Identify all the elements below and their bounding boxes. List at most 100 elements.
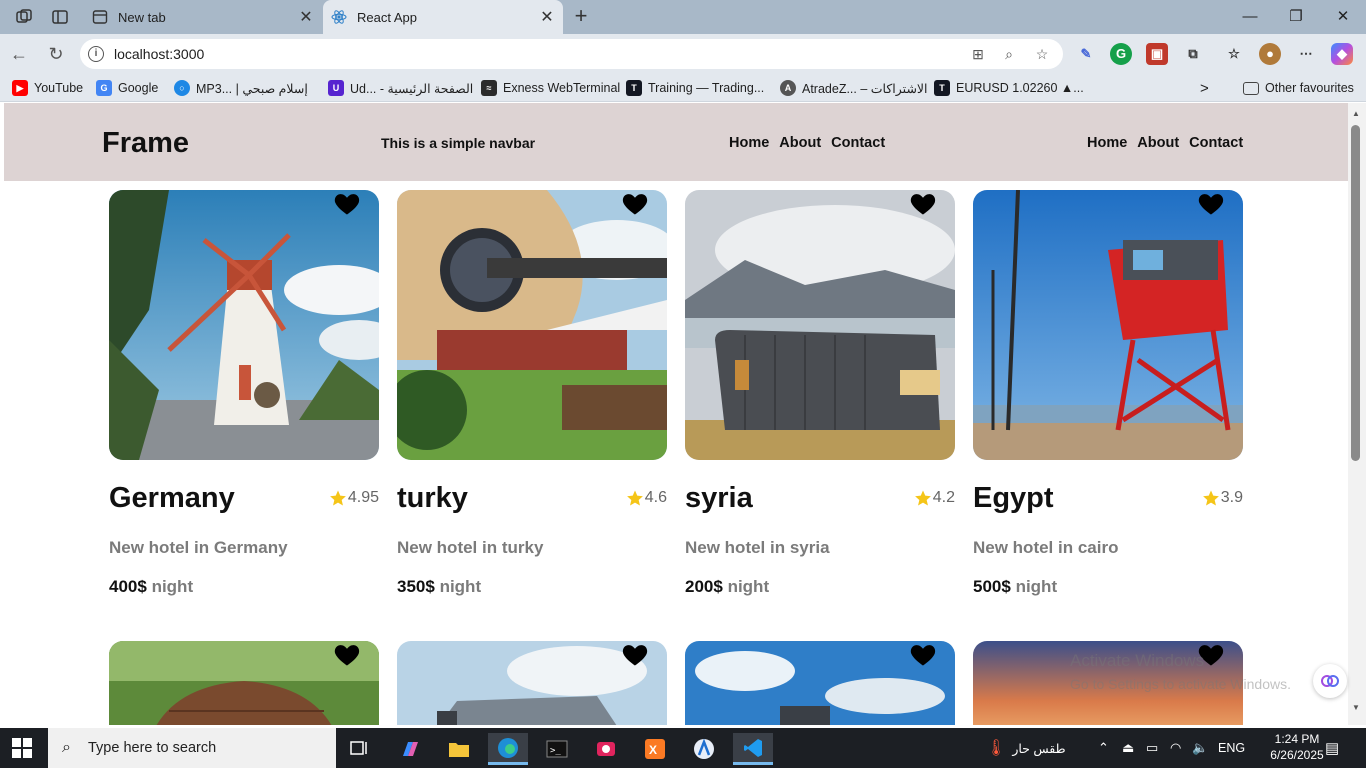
copilot-icon[interactable]: ◆ <box>1331 43 1353 65</box>
favorite-atradez[interactable]: A AtradeZ... – الاشتراكات <box>780 79 928 97</box>
close-tab-icon[interactable]: ✕ <box>296 7 316 27</box>
favorite-heart-icon[interactable] <box>909 641 937 669</box>
workspaces-icon[interactable] <box>15 8 33 26</box>
close-window-button[interactable]: ✕ <box>1320 0 1366 34</box>
favorite-training[interactable]: T Training — Trading... <box>626 79 764 97</box>
hotel-photo-trailer[interactable] <box>685 190 955 460</box>
favorite-heart-icon[interactable] <box>333 190 361 218</box>
youtube-icon: ▶ <box>12 80 28 96</box>
hotel-card-partial[interactable] <box>109 641 379 725</box>
scroll-down-arrow-icon[interactable]: ▼ <box>1352 703 1360 712</box>
task-view-icon[interactable] <box>340 733 380 765</box>
vscode-icon[interactable] <box>733 733 773 765</box>
favorite-star-icon[interactable]: ☆ <box>1033 45 1051 63</box>
nav-link-home[interactable]: Home <box>1087 135 1127 151</box>
svg-text:>_: >_ <box>550 746 561 756</box>
address-bar[interactable]: i localhost:3000 ⊞ ⌕ ☆ <box>80 39 1063 69</box>
page-scrollbar[interactable]: ▲ ▼ <box>1348 103 1366 725</box>
taskbar-search-box[interactable]: ⌕ Type here to search <box>48 728 336 768</box>
brain-icon <box>1321 675 1339 687</box>
address-url[interactable]: localhost:3000 <box>114 46 204 62</box>
activate-windows-title: Activate Windows <box>1070 651 1205 670</box>
zoom-icon[interactable]: ⌕ <box>1000 45 1018 63</box>
back-arrow-icon[interactable]: ← <box>8 43 30 65</box>
favorite-heart-icon[interactable] <box>621 641 649 669</box>
notification-icon[interactable]: ▤ <box>1325 728 1339 768</box>
system-clock[interactable]: 1:24 PM 6/26/2025 <box>1262 731 1332 763</box>
favorite-label: EURUSD 1.02260 ▲... <box>956 81 1084 95</box>
rating-value: 4.95 <box>347 489 379 506</box>
hotel-photo-windmill[interactable] <box>109 190 379 460</box>
hotel-description: New hotel in turky <box>397 538 544 557</box>
google-icon: G <box>96 80 112 96</box>
price-amount: 400$ <box>109 577 147 596</box>
hotel-card-partial[interactable] <box>685 641 955 725</box>
favorite-youtube[interactable]: ▶ YouTube <box>12 79 83 97</box>
favorite-label: Training — Trading... <box>648 81 765 95</box>
hotel-card-partial[interactable] <box>397 641 667 725</box>
android-studio-icon[interactable] <box>684 733 724 765</box>
brand-logo-text[interactable]: Frame <box>102 127 189 160</box>
battery-icon[interactable]: ▭ <box>1146 728 1158 768</box>
maximize-button[interactable]: ❐ <box>1273 0 1319 34</box>
copilot-taskbar-icon[interactable] <box>390 733 430 765</box>
minimize-button[interactable]: — <box>1227 0 1273 34</box>
tab-react-app[interactable]: React App ✕ <box>323 0 563 34</box>
weather-widget[interactable]: 🌡 طقس حار <box>986 728 1066 768</box>
scrollbar-thumb[interactable] <box>1351 125 1360 461</box>
tray-overflow-chevron-icon[interactable]: ⌃ <box>1098 728 1109 768</box>
wifi-icon[interactable]: ◠ <box>1170 728 1181 768</box>
favorite-heart-icon[interactable] <box>909 190 937 218</box>
favorites-more-chevron-icon[interactable]: > <box>1200 79 1209 97</box>
usb-icon[interactable]: ⏏ <box>1122 728 1134 768</box>
site-info-icon[interactable]: i <box>88 46 104 62</box>
react-icon <box>331 9 347 25</box>
other-favourites-folder[interactable]: Other favourites <box>1243 79 1354 97</box>
hotel-country: turky <box>397 482 468 514</box>
floating-copilot-button[interactable] <box>1313 664 1347 698</box>
favorites-list-icon[interactable]: ☆ <box>1223 43 1245 65</box>
scroll-up-arrow-icon[interactable]: ▲ <box>1352 109 1360 118</box>
close-tab-icon[interactable]: ✕ <box>537 7 557 27</box>
navbar-tagline: This is a simple navbar <box>381 135 536 151</box>
nav-link-about[interactable]: About <box>1137 135 1179 151</box>
grammarly-icon[interactable]: G <box>1110 43 1132 65</box>
favorite-label: MP3... | إسلام صبحي <box>196 81 308 96</box>
profile-avatar[interactable]: ● <box>1259 43 1281 65</box>
favorite-heart-icon[interactable] <box>333 641 361 669</box>
favorite-mp3[interactable]: ○ MP3... | إسلام صبحي <box>174 79 308 97</box>
app-available-icon[interactable]: ⊞ <box>969 45 987 63</box>
favorite-heart-icon[interactable] <box>1197 190 1225 218</box>
language-indicator[interactable]: ENG <box>1218 728 1245 768</box>
screen-recorder-icon[interactable] <box>586 733 626 765</box>
more-menu-icon[interactable]: ⋯ <box>1295 43 1317 65</box>
favorite-udemy[interactable]: U Ud... - الصفحة الرئيسية <box>328 79 473 97</box>
refresh-icon[interactable]: ↻ <box>45 43 67 65</box>
terminal-icon[interactable]: >_ <box>537 733 577 765</box>
new-tab-button[interactable]: + <box>570 4 592 28</box>
tab-actions-icon[interactable] <box>51 8 69 26</box>
extension-red-icon[interactable]: ▣ <box>1146 43 1168 65</box>
extensions-puzzle-icon[interactable]: ⧉ <box>1182 43 1204 65</box>
file-explorer-icon[interactable] <box>439 733 479 765</box>
edge-browser-icon[interactable] <box>488 733 528 765</box>
xampp-icon[interactable]: X <box>635 733 675 765</box>
favorite-heart-icon[interactable] <box>621 190 649 218</box>
favorite-exness[interactable]: ≈ Exness WebTerminal <box>481 79 620 97</box>
tab-new-tab[interactable]: New tab ✕ <box>84 0 322 34</box>
volume-icon[interactable]: 🔈 <box>1192 728 1208 768</box>
windows-start-icon[interactable] <box>12 738 32 758</box>
weather-text: طقس حار <box>1012 741 1066 756</box>
hotel-photo-guitar-house[interactable] <box>397 190 667 460</box>
hotel-photo-red-tower[interactable] <box>973 190 1243 460</box>
hotel-price: 350$ night <box>397 577 481 597</box>
favorite-google[interactable]: G Google <box>96 79 158 97</box>
extension-pen-icon[interactable]: ✎ <box>1075 43 1097 65</box>
nav-link-contact[interactable]: Contact <box>831 135 885 151</box>
nav-link-contact[interactable]: Contact <box>1189 135 1243 151</box>
nav-link-home[interactable]: Home <box>729 135 769 151</box>
folder-icon <box>1243 81 1259 95</box>
favorite-eurusd[interactable]: T EURUSD 1.02260 ▲... <box>934 79 1084 97</box>
nav-link-about[interactable]: About <box>779 135 821 151</box>
site-icon: ○ <box>174 80 190 96</box>
